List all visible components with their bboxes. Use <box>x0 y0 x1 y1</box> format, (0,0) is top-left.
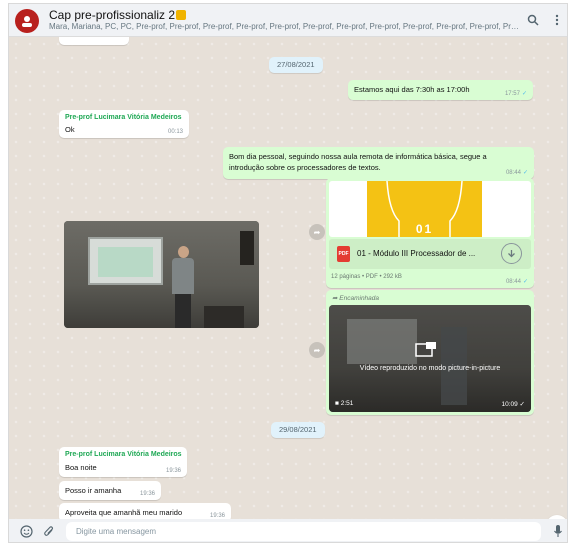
message-text-line1: Bom dia pessoal, seguindo nossa aula rem… <box>229 152 487 161</box>
document-cover-text: 01 <box>415 222 434 236</box>
message-text: Aproveita que amanhã meu marido <box>65 508 183 517</box>
folder-emoji-icon <box>176 10 187 20</box>
video-duration: ■ 2:51 <box>335 400 354 407</box>
mic-icon[interactable] <box>551 524 565 538</box>
whatsapp-window: Cap pre-profissionaliz 2 Mara, Mariana, … <box>8 3 568 543</box>
document-cover: 01 <box>367 181 482 237</box>
message-text: Estamos aqui das 7:30h as 17:00h <box>354 85 470 94</box>
group-avatar[interactable] <box>15 9 39 33</box>
forward-icon[interactable]: ➦ <box>309 224 325 240</box>
attach-icon[interactable] <box>42 524 56 538</box>
message-text: Ok <box>65 125 75 134</box>
chat-participants: Mara, Mariana, PC, PC, Pre-prof, Pre-pro… <box>49 22 519 31</box>
forwarded-icon: ➦ <box>332 295 338 302</box>
video-projection <box>98 247 153 277</box>
video-message[interactable]: ➦ Encaminhada Vídeo reproduzido no modo … <box>326 290 534 415</box>
read-tick-icon: ✓ <box>522 279 528 285</box>
message-bubble-incoming[interactable]: Aproveita que amanhã meu marido 19:36 <box>59 503 231 519</box>
date-separator: 29/08/2021 <box>271 422 325 438</box>
chat-header[interactable]: Cap pre-profissionaliz 2 Mara, Mariana, … <box>9 4 567 37</box>
message-time: 00:13 <box>167 129 183 135</box>
document-file-row[interactable]: PDF 01 - Módulo III Processador de ... <box>329 239 531 269</box>
video-person <box>169 246 197 328</box>
read-tick-icon: ✓ <box>521 91 527 97</box>
document-name: 01 - Módulo III Processador de ... <box>357 249 476 258</box>
message-bubble-incoming[interactable]: Pre-prof Lucimara Vitória Medeiros Boa n… <box>59 447 187 477</box>
read-tick-icon: ✓ <box>522 170 528 176</box>
forward-icon[interactable]: ➦ <box>309 342 325 358</box>
message-time: 19:36 <box>165 468 181 474</box>
date-separator: 27/08/2021 <box>269 57 323 73</box>
message-text: Posso ir amanha <box>65 486 122 495</box>
download-icon[interactable] <box>501 243 522 264</box>
chat-title-text: Cap pre-profissionaliz 2 <box>49 8 176 22</box>
message-bubble-incoming[interactable]: Posso ir amanha 19:36 <box>59 481 161 500</box>
pdf-icon: PDF <box>337 246 350 262</box>
message-bubble-cutoff <box>59 37 129 45</box>
document-meta: 12 páginas • PDF • 292 kB <box>331 274 402 280</box>
video-whiteboard <box>88 237 163 285</box>
message-time: 08:44 ✓ <box>505 170 528 176</box>
emoji-icon[interactable] <box>19 524 33 538</box>
document-thumbnail[interactable]: 01 <box>329 181 531 237</box>
video-player[interactable] <box>64 221 259 328</box>
sender-name[interactable]: Pre-prof Lucimara Vitória Medeiros <box>65 451 182 458</box>
message-text-line2: introdução sobre os processadores de tex… <box>229 163 381 172</box>
video-dark-panel <box>240 231 254 265</box>
message-bubble-incoming[interactable]: Pre-prof Lucimara Vitória Medeiros Ok 00… <box>59 110 189 138</box>
composer-bar <box>9 519 567 542</box>
sender-name[interactable]: Pre-prof Lucimara Vitória Medeiros <box>65 114 182 121</box>
video-camera-icon: ■ <box>335 400 339 407</box>
message-bubble-outgoing[interactable]: Estamos aqui das 7:30h as 17:00h 17:57 ✓ <box>348 80 533 100</box>
message-time: 08:44 ✓ <box>505 279 528 285</box>
video-desk <box>204 306 244 328</box>
message-time: 17:57 ✓ <box>504 91 527 97</box>
video-overlay <box>329 305 531 412</box>
pip-icon[interactable] <box>415 341 439 357</box>
chat-title[interactable]: Cap pre-profissionaliz 2 <box>49 8 187 22</box>
message-input[interactable] <box>66 522 541 541</box>
video-thumbnail[interactable]: Vídeo reproduzido no modo picture-in-pic… <box>329 305 531 412</box>
forwarded-label: ➦ Encaminhada <box>332 295 380 302</box>
pip-message: Vídeo reproduzido no modo picture-in-pic… <box>359 365 501 372</box>
message-list[interactable]: 27/08/2021 Estamos aqui das 7:30h as 17:… <box>9 37 567 519</box>
message-text: Boa noite <box>65 463 97 472</box>
document-message[interactable]: 01 PDF 01 - Módulo III Processador de ..… <box>326 178 534 288</box>
message-time: 19:36 <box>139 491 155 497</box>
menu-icon[interactable] <box>549 12 565 28</box>
search-icon[interactable] <box>525 12 541 28</box>
message-bubble-outgoing[interactable]: Bom dia pessoal, seguindo nossa aula rem… <box>223 147 534 179</box>
message-time: 10:09 ✓ <box>501 401 525 408</box>
